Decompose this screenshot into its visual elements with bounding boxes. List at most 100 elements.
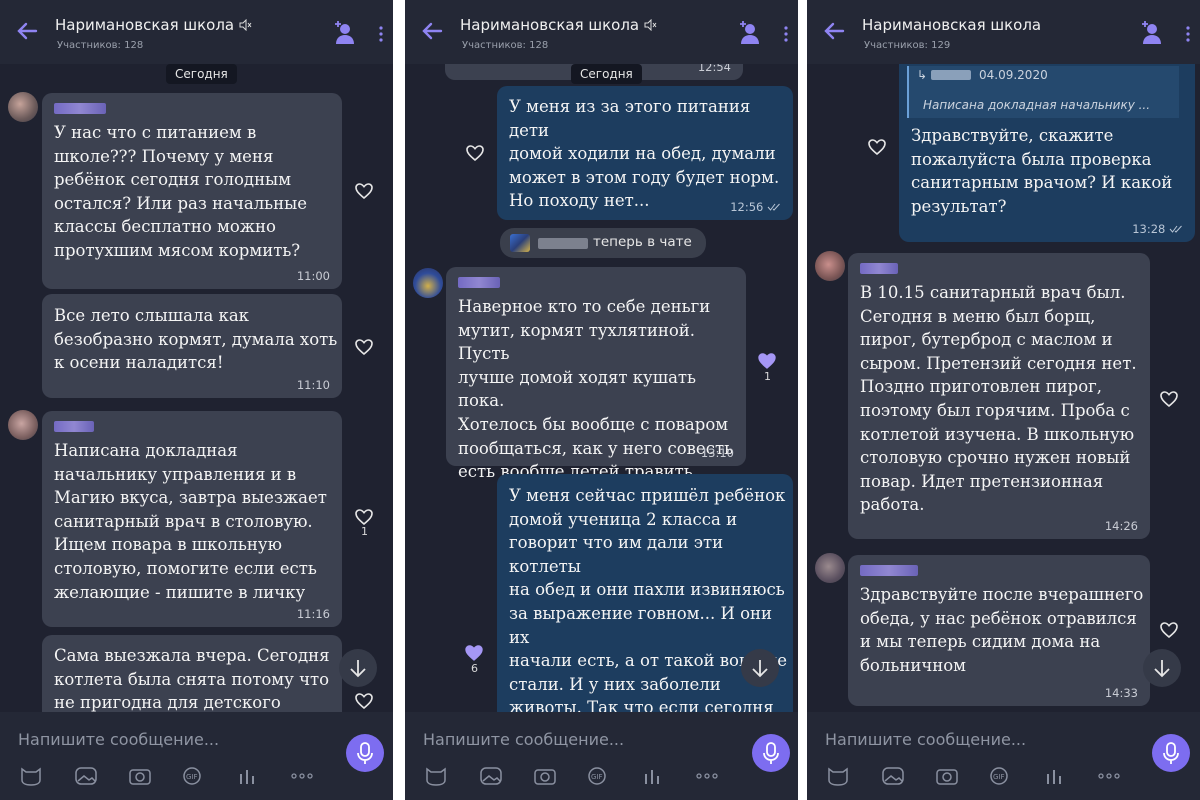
heart-icon[interactable] (354, 692, 374, 710)
chat-header: Наримановская школа Участников: 129 (807, 0, 1200, 64)
message-bubble[interactable]: Наверное кто то себе деньги мутит, кормя… (446, 267, 746, 481)
sender-name (54, 103, 106, 114)
heart-icon[interactable] (464, 644, 484, 662)
message-list[interactable]: Сегодня У нас что с питанием в школе??? … (0, 64, 393, 712)
heart-icon[interactable] (354, 182, 374, 200)
more-icon[interactable] (379, 26, 383, 42)
like-count: 1 (764, 370, 771, 383)
muted-speaker-icon (644, 18, 657, 32)
mic-button[interactable] (346, 734, 384, 772)
composer: Напишите сообщение... GIF (0, 712, 393, 800)
gif-icon[interactable]: GIF (988, 766, 1012, 786)
message-list[interactable]: ↳ 04.09.2020 Написана докладная начальни… (807, 64, 1200, 712)
message-text: У нас что с питанием в школе??? Почему у… (54, 123, 308, 260)
scroll-down-button[interactable] (741, 649, 779, 687)
back-arrow-icon[interactable] (14, 18, 40, 44)
gif-icon[interactable]: GIF (181, 766, 205, 786)
message-time: 14:26 (1104, 519, 1138, 533)
more-options-icon[interactable] (695, 766, 719, 786)
date-pill: Сегодня (571, 64, 642, 84)
back-arrow-icon[interactable] (821, 18, 847, 44)
reply-quote-body[interactable]: Написана докладная начальнику ... (907, 94, 1179, 118)
add-participant-icon[interactable] (1140, 20, 1162, 46)
mic-button[interactable] (752, 734, 790, 772)
message-time: 12:54 (697, 64, 731, 74)
scroll-down-button[interactable] (339, 649, 377, 687)
message-input[interactable]: Напишите сообщение... (423, 730, 624, 749)
mic-button[interactable] (1152, 734, 1190, 772)
join-notice: теперь в чате (500, 228, 706, 258)
avatar[interactable] (8, 92, 38, 122)
message-time: 13:28 (1132, 222, 1183, 236)
like-count: 1 (361, 525, 368, 538)
group-title[interactable]: Наримановская школа (460, 16, 657, 34)
sticker-icon[interactable] (19, 766, 43, 786)
message-bubble[interactable]: У меня из за этого питания дети домой хо… (497, 86, 793, 220)
message-bubble[interactable]: В 10.15 санитарный врач был. Сегодня в м… (848, 253, 1150, 539)
heart-icon[interactable] (867, 138, 887, 156)
poll-icon[interactable] (641, 766, 665, 786)
more-icon[interactable] (784, 26, 788, 42)
message-list[interactable]: 12:54 Сегодня У меня из за этого питания… (405, 64, 798, 712)
avatar[interactable] (815, 553, 845, 583)
more-options-icon[interactable] (1097, 766, 1121, 786)
heart-icon[interactable] (1159, 390, 1179, 408)
participants-count: Участников: 129 (864, 40, 951, 51)
message-bubble[interactable]: Все лето слышала как безобразно кормят, … (42, 294, 342, 398)
microphone-icon (1163, 742, 1179, 764)
message-bubble[interactable]: ↳ 04.09.2020 Написана докладная начальни… (899, 64, 1195, 242)
back-arrow-icon[interactable] (419, 18, 445, 44)
gif-icon[interactable]: GIF (586, 766, 610, 786)
message-text: В 10.15 санитарный врач был. Сегодня в м… (860, 283, 1137, 515)
message-input[interactable]: Напишите сообщение... (18, 730, 219, 749)
camera-icon[interactable] (935, 766, 959, 786)
join-text: теперь в чате (593, 234, 692, 250)
message-text: Здравствуйте, скажите пожалуйста была пр… (911, 126, 1173, 216)
scroll-down-button[interactable] (1143, 649, 1181, 687)
poll-icon[interactable] (236, 766, 260, 786)
more-options-icon[interactable] (290, 766, 314, 786)
sender-name (860, 263, 898, 274)
svg-text:GIF: GIF (186, 773, 198, 781)
microphone-icon (763, 742, 779, 764)
gallery-icon[interactable] (881, 766, 905, 786)
message-bubble[interactable]: У нас что с питанием в школе??? Почему у… (42, 93, 342, 289)
message-bubble[interactable]: Сама выезжала вчера. Сегодня котлета был… (42, 635, 342, 712)
message-bubble[interactable]: Здравствуйте после вчерашнего обеда, у н… (848, 555, 1150, 706)
reply-quote[interactable]: ↳ 04.09.2020 (907, 66, 1179, 94)
group-title[interactable]: Наримановская школа (862, 16, 1041, 34)
gallery-icon[interactable] (74, 766, 98, 786)
group-title[interactable]: Наримановская школа (55, 16, 252, 34)
message-time: 13:10 (700, 446, 734, 460)
message-text: Здравствуйте после вчерашнего обеда, у н… (860, 585, 1144, 675)
message-input[interactable]: Напишите сообщение... (825, 730, 1026, 749)
camera-icon[interactable] (128, 766, 152, 786)
gallery-icon[interactable] (479, 766, 503, 786)
sticker-icon[interactable] (424, 766, 448, 786)
blurred-name (931, 70, 971, 80)
heart-icon[interactable] (465, 144, 485, 162)
message-text: Все лето слышала как безобразно кормят, … (54, 306, 338, 373)
sticker-icon[interactable] (826, 766, 850, 786)
message-time: 11:16 (296, 607, 330, 621)
heart-icon[interactable] (757, 352, 777, 370)
scroll-down-icon (350, 660, 366, 678)
chat-panel-1: Наримановская школа Участников: 128 Сего… (0, 0, 393, 800)
message-bubble[interactable]: Написана докладная начальнику управления… (42, 411, 342, 627)
avatar[interactable] (815, 251, 845, 281)
poll-icon[interactable] (1043, 766, 1067, 786)
read-checks-icon (1169, 225, 1182, 233)
heart-icon[interactable] (354, 508, 374, 526)
avatar[interactable] (8, 410, 38, 440)
add-participant-icon[interactable] (738, 20, 760, 46)
quote-date: 04.09.2020 (979, 68, 1048, 82)
heart-icon[interactable] (354, 338, 374, 356)
blurred-name (538, 238, 588, 249)
participants-count: Участников: 128 (57, 40, 144, 51)
avatar[interactable] (413, 268, 443, 298)
reply-arrow-icon: ↳ (917, 68, 928, 82)
camera-icon[interactable] (533, 766, 557, 786)
heart-icon[interactable] (1159, 621, 1179, 639)
more-icon[interactable] (1186, 26, 1190, 42)
add-participant-icon[interactable] (333, 20, 355, 46)
